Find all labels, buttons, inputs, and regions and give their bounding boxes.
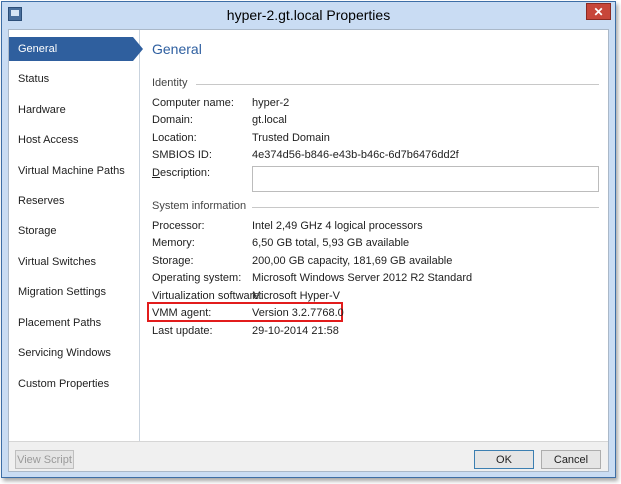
description-input[interactable] — [252, 166, 599, 192]
sidebar-item-label: Virtual Machine Paths — [18, 165, 125, 177]
sidebar-item-hardware[interactable]: Hardware — [9, 98, 140, 122]
title-bar[interactable]: hyper-2.gt.local Properties ✕ — [2, 2, 615, 29]
sidebar-item-label: Placement Paths — [18, 317, 102, 329]
system-info-divider — [252, 207, 599, 208]
sidebar-item-virtual-machine-paths[interactable]: Virtual Machine Paths — [9, 159, 140, 183]
view-script-button[interactable]: View Script — [15, 450, 74, 469]
location-value: Trusted Domain — [252, 132, 330, 144]
last-update-label: Last update: — [152, 325, 213, 337]
os-value: Microsoft Windows Server 2012 R2 Standar… — [252, 272, 473, 284]
sidebar-item-label: Host Access — [18, 134, 79, 146]
storage-label: Storage: — [152, 255, 194, 267]
sidebar-item-label: General — [18, 43, 58, 55]
identity-group-label: Identity — [152, 77, 188, 89]
processor-value: Intel 2,49 GHz 4 logical processors — [252, 220, 423, 232]
sidebar-item-reserves[interactable]: Reserves — [9, 189, 140, 213]
memory-value: 6,50 GB total, 5,93 GB available — [252, 237, 410, 249]
page-title: General — [152, 41, 202, 57]
computer-name-label: Computer name: — [152, 97, 234, 109]
dialog-client-area: General Status Hardware Host Access Virt… — [8, 29, 609, 472]
sidebar-item-general[interactable]: General — [9, 37, 143, 61]
location-label: Location: — [152, 132, 197, 144]
sidebar-item-label: Hardware — [18, 104, 66, 116]
sidebar-item-label: Storage — [18, 225, 57, 237]
window-title: hyper-2.gt.local Properties — [226, 7, 391, 23]
sidebar-item-migration-settings[interactable]: Migration Settings — [9, 280, 140, 304]
sidebar-item-custom-properties[interactable]: Custom Properties — [9, 372, 140, 396]
ok-button[interactable]: OK — [474, 450, 534, 469]
domain-label: Domain: — [152, 114, 193, 126]
sidebar-item-servicing-windows[interactable]: Servicing Windows — [9, 341, 140, 365]
identity-divider — [196, 84, 599, 85]
sidebar-item-placement-paths[interactable]: Placement Paths — [9, 311, 140, 335]
virtualization-label: Virtualization software: — [152, 290, 263, 302]
sidebar-item-label: Servicing Windows — [18, 347, 111, 359]
sidebar-item-label: Status — [18, 73, 50, 85]
domain-value: gt.local — [252, 114, 287, 126]
processor-label: Processor: — [152, 220, 205, 232]
sidebar-item-label: Reserves — [18, 195, 65, 207]
description-label-accesskey: D — [152, 167, 160, 179]
smbios-value: 4e374d56-b846-e43b-b46c-6d7b6476dd2f — [252, 149, 459, 161]
sidebar-item-status[interactable]: Status — [9, 67, 140, 91]
sidebar-item-storage[interactable]: Storage — [9, 219, 140, 243]
memory-label: Memory: — [152, 237, 195, 249]
close-button[interactable]: ✕ — [586, 3, 611, 20]
virtualization-value: Microsoft Hyper-V — [252, 290, 341, 302]
os-label: Operating system: — [152, 272, 242, 284]
dialog-footer: View Script OK Cancel — [9, 441, 608, 471]
description-label: Description: — [152, 167, 210, 179]
sidebar-item-label: Virtual Switches — [18, 256, 97, 268]
vmm-agent-label: VMM agent: — [152, 307, 212, 319]
general-panel: General Identity Computer name: hyper-2 … — [140, 30, 608, 441]
storage-value: 200,00 GB capacity, 181,69 GB available — [252, 255, 453, 267]
sidebar-nav: General Status Hardware Host Access Virt… — [9, 30, 143, 441]
last-update-value: 29-10-2014 21:58 — [252, 325, 339, 337]
close-icon: ✕ — [593, 4, 604, 19]
cancel-button[interactable]: Cancel — [541, 450, 601, 469]
sidebar-item-label: Migration Settings — [18, 286, 107, 298]
sidebar-item-label: Custom Properties — [18, 378, 110, 390]
vmm-agent-value: Version 3.2.7768.0 — [252, 307, 344, 319]
sidebar-item-host-access[interactable]: Host Access — [9, 128, 140, 152]
properties-dialog: hyper-2.gt.local Properties ✕ General St… — [1, 1, 616, 478]
computer-name-value: hyper-2 — [252, 97, 290, 109]
system-info-group-label: System information — [152, 200, 247, 212]
description-label-rest: escription: — [159, 167, 211, 179]
sidebar-item-virtual-switches[interactable]: Virtual Switches — [9, 250, 140, 274]
smbios-label: SMBIOS ID: — [152, 149, 212, 161]
